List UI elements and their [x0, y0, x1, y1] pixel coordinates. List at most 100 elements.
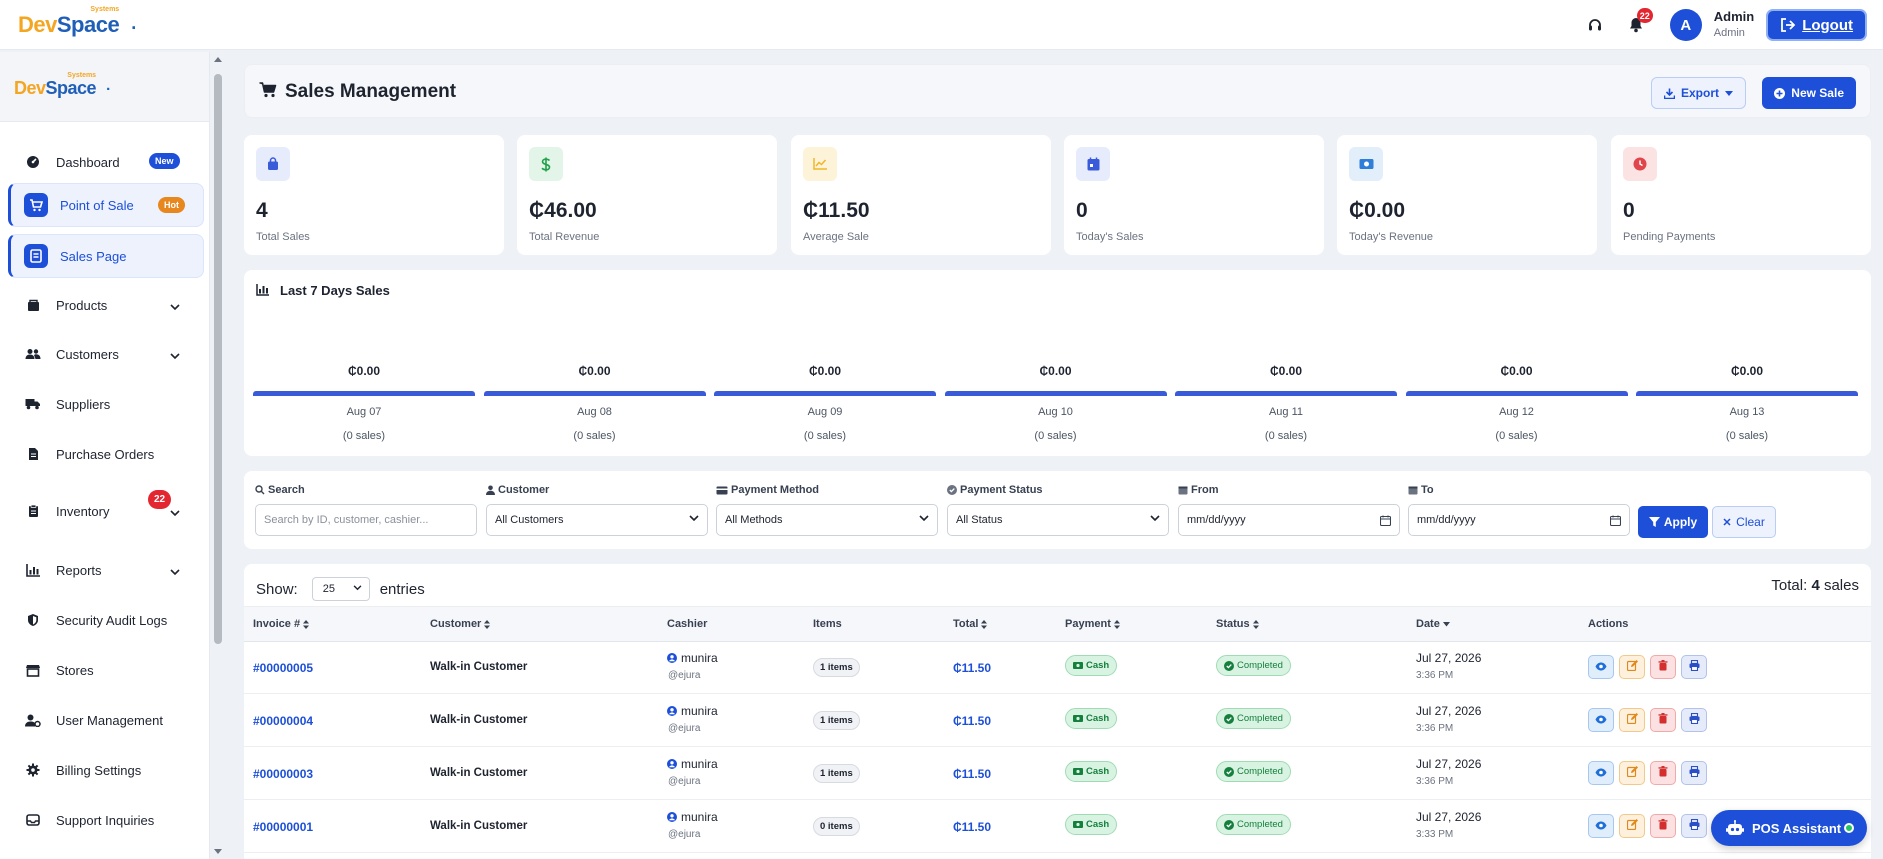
sidebar-item-label: Stores — [56, 662, 94, 678]
chart-bar[interactable] — [944, 391, 1167, 396]
view-button[interactable] — [1588, 655, 1614, 679]
print-button[interactable] — [1681, 655, 1707, 679]
sidebar-item-security-audit-logs[interactable]: Security Audit Logs — [8, 598, 204, 642]
calendar-icon[interactable] — [1380, 515, 1391, 526]
scrollbar-thumb[interactable] — [214, 74, 222, 644]
sidebar-item-support-inquiries[interactable]: Support Inquiries — [8, 798, 204, 842]
table-row[interactable]: #00000005 Walk-in Customer munira @ejura 1 i… — [244, 642, 1871, 694]
print-button[interactable] — [1681, 761, 1707, 785]
to-date-input[interactable]: mm/dd/yyyy — [1408, 504, 1630, 536]
delete-button[interactable] — [1650, 655, 1676, 679]
delete-button[interactable] — [1650, 761, 1676, 785]
edit-icon — [1626, 713, 1638, 727]
from-date-input[interactable]: mm/dd/yyyy — [1178, 504, 1400, 536]
brand-logo[interactable]: Dev Space Systems — [18, 6, 120, 38]
column-header-date[interactable]: Date — [1416, 618, 1450, 630]
logout-button[interactable]: Logout — [1766, 9, 1867, 41]
chart-count-label: (0 sales) — [1495, 430, 1538, 442]
clear-button[interactable]: Clear — [1712, 506, 1776, 538]
chart-bar[interactable] — [1405, 391, 1628, 396]
column-header-payment[interactable]: Payment — [1065, 618, 1120, 630]
payment-status-select[interactable]: All Status — [947, 504, 1169, 536]
headset-icon[interactable] — [1584, 14, 1606, 36]
invoice-link[interactable]: #00000004 — [253, 714, 313, 728]
invoice-link[interactable]: #00000001 — [253, 820, 313, 834]
chart-bar[interactable] — [483, 391, 706, 396]
entries-label: entries — [379, 580, 425, 598]
chevron-down-icon[interactable] — [170, 564, 180, 579]
chart-bar[interactable] — [253, 391, 475, 396]
view-button[interactable] — [1588, 708, 1614, 732]
edit-button[interactable] — [1619, 761, 1645, 785]
edit-button[interactable] — [1619, 814, 1645, 838]
view-button[interactable] — [1588, 761, 1614, 785]
payment-badge: Cash — [1065, 708, 1118, 729]
invoice-link[interactable]: #00000005 — [253, 661, 313, 675]
trash-icon — [1658, 819, 1668, 833]
table-row[interactable]: #00000003 Walk-in Customer munira @ejura 1 i… — [244, 748, 1871, 800]
status-label: Completed — [1237, 766, 1283, 777]
users-icon — [24, 345, 42, 363]
edit-button[interactable] — [1619, 708, 1645, 732]
user-circle-icon — [667, 759, 677, 769]
scroll-up-icon[interactable] — [214, 56, 222, 62]
entries-select[interactable]: 25 — [311, 577, 370, 601]
payment-method-select[interactable]: All Methods — [716, 504, 938, 536]
table-row[interactable]: #00000001 Walk-in Customer munira @ejura 0 i… — [244, 801, 1871, 853]
chevron-down-icon[interactable] — [170, 299, 180, 314]
chart-bar[interactable] — [1636, 391, 1858, 396]
calendar-icon[interactable] — [1610, 515, 1621, 526]
view-button[interactable] — [1588, 814, 1614, 838]
sidebar-item-dashboard[interactable]: Dashboard New — [8, 140, 204, 184]
table-row[interactable]: #00000004 Walk-in Customer munira @ejura 1 i… — [244, 695, 1871, 747]
chart-count-label: (0 sales) — [1725, 430, 1769, 442]
delete-button[interactable] — [1650, 814, 1676, 838]
chevron-down-icon[interactable] — [170, 505, 180, 520]
sidebar-item-purchase-orders[interactable]: Purchase Orders — [8, 432, 204, 476]
sidebar-item-suppliers[interactable]: Suppliers — [8, 382, 204, 426]
column-header-invoice[interactable]: Invoice # — [253, 618, 310, 630]
search-label: Search — [268, 484, 305, 496]
column-label: Customer — [430, 618, 482, 630]
column-header-customer[interactable]: Customer — [430, 618, 491, 630]
cashier-username: @ejura — [668, 829, 701, 840]
sidebar-item-reports[interactable]: Reports — [8, 548, 204, 592]
search-input[interactable]: Search by ID, customer, cashier... — [255, 504, 477, 536]
avatar[interactable]: A — [1669, 9, 1702, 41]
chart-bar[interactable] — [714, 391, 936, 396]
sidebar-item-stores[interactable]: Stores — [8, 648, 204, 692]
sidebar-scrollbar[interactable] — [212, 52, 224, 859]
user-info: Admin Admin — [1714, 9, 1754, 40]
sidebar-item-point-of-sale[interactable]: Point of Sale Hot — [8, 183, 204, 227]
customer-select[interactable]: All Customers — [486, 504, 708, 536]
column-header-total[interactable]: Total — [953, 618, 988, 630]
print-button[interactable] — [1681, 814, 1707, 838]
scroll-down-icon[interactable] — [214, 849, 222, 855]
print-icon — [1689, 818, 1700, 833]
items-badge: 1 items — [813, 764, 860, 783]
export-button[interactable]: Export — [1650, 77, 1746, 109]
assistant-label: POS Assistant — [1752, 820, 1842, 836]
print-button[interactable] — [1681, 708, 1707, 732]
column-header-status[interactable]: Status — [1216, 618, 1259, 630]
bell-icon[interactable]: 22 — [1625, 8, 1653, 36]
pos-assistant-button[interactable]: POS Assistant — [1711, 810, 1867, 846]
chart-bar[interactable] — [1175, 391, 1397, 396]
new-sale-button[interactable]: New Sale — [1762, 77, 1856, 109]
apply-button[interactable]: Apply — [1638, 506, 1708, 538]
sidebar-item-user-management[interactable]: User Management — [8, 698, 204, 742]
sidebar-item-label: Customers — [56, 346, 119, 362]
sidebar-logo[interactable]: Dev Space Systems . — [0, 52, 209, 122]
time-text: 3:36 PM — [1416, 670, 1454, 681]
sidebar-item-inventory[interactable]: Inventory 22 — [8, 489, 204, 533]
sidebar-item-products[interactable]: Products — [8, 283, 204, 327]
new-sale-label: New Sale — [1791, 86, 1844, 100]
chevron-down-icon[interactable] — [170, 348, 180, 363]
delete-button[interactable] — [1650, 708, 1676, 732]
edit-button[interactable] — [1619, 655, 1645, 679]
sidebar-item-sales-page[interactable]: Sales Page — [8, 234, 204, 278]
sidebar-item-billing-settings[interactable]: Billing Settings — [8, 748, 204, 792]
invoice-link[interactable]: #00000003 — [253, 767, 313, 781]
column-label: Date — [1416, 618, 1440, 630]
sidebar-item-customers[interactable]: Customers — [8, 332, 204, 376]
